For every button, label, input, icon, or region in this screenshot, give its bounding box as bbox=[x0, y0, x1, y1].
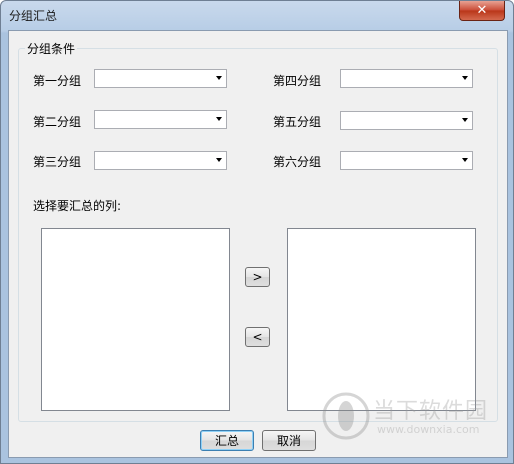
chevron-down-icon bbox=[216, 158, 222, 162]
group1-label: 第一分组 bbox=[33, 74, 82, 88]
window-title: 分组汇总 bbox=[9, 9, 58, 23]
close-icon: ✕ bbox=[476, 3, 488, 18]
chevron-down-icon bbox=[462, 158, 468, 162]
title-bar[interactable]: 分组汇总 ✕ bbox=[1, 1, 513, 31]
group-conditions-legend: 分组条件 bbox=[25, 40, 78, 57]
group1-combobox[interactable] bbox=[94, 69, 227, 88]
watermark-logo-icon bbox=[322, 392, 370, 440]
group2-combobox[interactable] bbox=[94, 110, 227, 129]
group4-label: 第四分组 bbox=[273, 74, 322, 88]
group5-label: 第五分组 bbox=[273, 115, 322, 129]
chevron-down-icon bbox=[462, 118, 468, 122]
move-left-button[interactable]: < bbox=[245, 327, 270, 347]
group5-combobox[interactable] bbox=[340, 111, 473, 130]
group3-label: 第三分组 bbox=[33, 155, 82, 169]
summarize-button[interactable]: 汇总 bbox=[200, 430, 254, 451]
move-right-button[interactable]: > bbox=[245, 267, 270, 287]
chevron-down-icon bbox=[216, 76, 222, 80]
group2-label: 第二分组 bbox=[33, 115, 82, 129]
available-columns-list[interactable] bbox=[41, 228, 230, 411]
group6-combobox[interactable] bbox=[340, 151, 473, 170]
chevron-down-icon bbox=[462, 76, 468, 80]
close-button[interactable]: ✕ bbox=[459, 1, 505, 21]
columns-to-summarize-label: 选择要汇总的列: bbox=[33, 199, 122, 213]
group3-combobox[interactable] bbox=[94, 151, 227, 170]
watermark-site-url: www.downxia.com bbox=[377, 423, 480, 436]
watermark-site-name: 当下软件园 bbox=[373, 399, 489, 424]
site-watermark: 当下软件园 www.downxia.com bbox=[321, 387, 501, 447]
chevron-down-icon bbox=[216, 117, 222, 121]
selected-columns-list[interactable] bbox=[287, 228, 476, 411]
cancel-button[interactable]: 取消 bbox=[262, 430, 316, 451]
group6-label: 第六分组 bbox=[273, 155, 322, 169]
group4-combobox[interactable] bbox=[340, 69, 473, 88]
dialog-window: 分组汇总 ✕ 分组条件 第一分组 第二分组 第三分组 第四分组 第五分组 第六分… bbox=[0, 0, 514, 464]
